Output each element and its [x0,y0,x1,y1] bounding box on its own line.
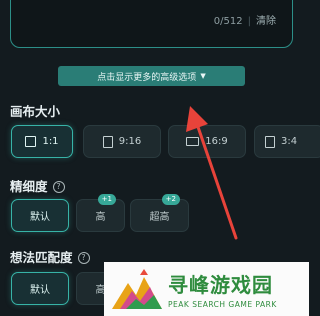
option-label: 高 [95,212,106,223]
char-count: 0/512 [213,16,243,27]
portrait-ratio-icon [102,135,113,148]
show-advanced-options-button[interactable]: 点击显示更多的高级选项 ▼ [58,66,245,86]
idea-match-title-text: 想法匹配度 [10,250,73,265]
watermark-title: 寻峰游戏园 [168,273,273,297]
canvas-size-title: 画布大小 [10,104,61,119]
landscape-ratio-icon [186,137,200,146]
ratio-label: 1:1 [42,136,59,147]
char-counter: 0/512 | 清除 [214,12,276,27]
mountain-logo-icon [112,269,162,309]
ratio-label: 16:9 [205,136,228,147]
idea-match-title: 想法匹配度? [10,247,90,266]
counter-separator: | [247,16,251,27]
refinement-title-text: 精细度 [10,179,48,194]
refinement-option-ultra[interactable]: +2 超高 [130,194,189,232]
option-label: 默认 [30,285,50,296]
ratio-label: 9:16 [118,136,142,147]
help-icon[interactable]: ? [77,252,90,264]
advanced-options-label: 点击显示更多的高级选项 [97,72,197,83]
cost-badge: +2 [161,194,180,205]
ratio-option-9-16[interactable]: 9:16 [83,125,161,158]
ratio-option-16-9[interactable]: 16:9 [168,125,246,158]
idea-match-option-default[interactable]: 默认 [11,272,69,305]
prompt-textarea[interactable]: 0/512 | 清除 [10,0,293,48]
ratio-option-3-4[interactable]: 3:4 [254,125,320,158]
refinement-option-default[interactable]: 默认 [11,199,69,232]
option-label: 默认 [30,212,50,223]
option-label: 超高 [149,212,170,223]
clear-button[interactable]: 清除 [256,16,276,27]
caret-down-icon: ▼ [200,72,206,80]
cost-badge: +1 [97,194,116,205]
watermark-subtitle: PEAK SEARCH GAME PARK [168,300,277,309]
square-ratio-icon [25,136,37,147]
ratio-label: 3:4 [281,136,298,147]
refinement-option-high[interactable]: +1 高 [76,194,125,232]
ratio-option-1-1[interactable]: 1:1 [11,125,73,158]
refinement-title: 精细度? [10,176,65,195]
help-icon[interactable]: ? [52,181,65,193]
watermark: 寻峰游戏园 PEAK SEARCH GAME PARK [104,262,309,316]
portrait-ratio-icon [265,135,275,148]
